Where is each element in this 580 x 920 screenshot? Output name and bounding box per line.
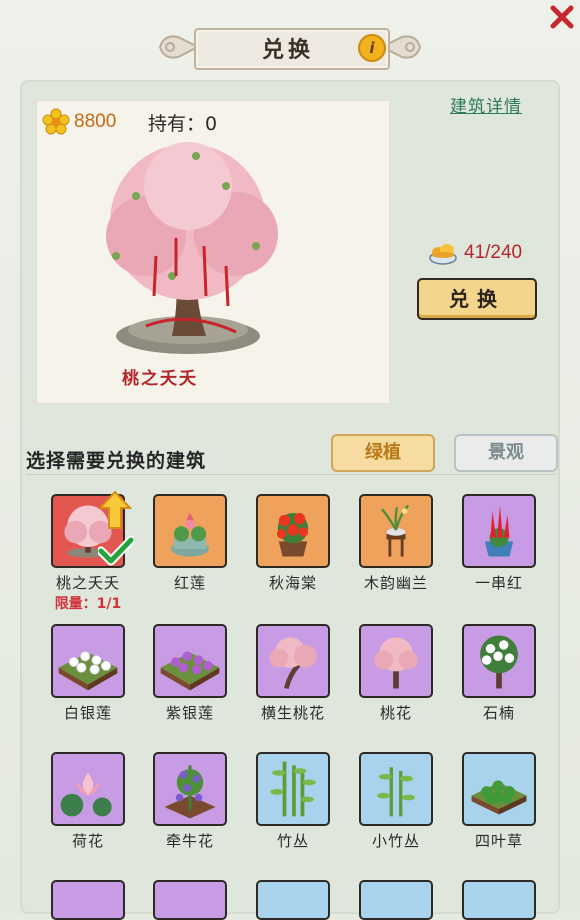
- item-tile[interactable]: [359, 494, 433, 568]
- grid-item-honglian[interactable]: 红莲: [150, 494, 230, 593]
- item-tile[interactable]: [359, 624, 433, 698]
- photinia-tree-icon: [480, 635, 518, 689]
- cost-value: 41/240: [464, 242, 523, 263]
- purple-anemone-bed-icon: [160, 651, 220, 691]
- item-label: 石楠: [482, 704, 515, 722]
- salvia-pot-icon: [484, 505, 514, 557]
- red-lotus-icon: [171, 513, 209, 557]
- grid-item-qiuhaitang[interactable]: 秋海棠: [253, 494, 333, 593]
- item-label: 小竹丛: [371, 832, 420, 850]
- lotus-flower-icon: [60, 772, 112, 817]
- grid-item-yichuanhong[interactable]: 一串红: [459, 494, 539, 593]
- exchange-cost: 41/240: [428, 238, 522, 268]
- page-title: 兑换: [261, 38, 314, 63]
- building-name: 桃之夭夭: [122, 369, 198, 389]
- small-bamboo-clump-icon: [377, 767, 415, 817]
- grid-item-zhucong[interactable]: 竹丛: [253, 752, 333, 851]
- grid-item-shinan[interactable]: 石楠: [459, 624, 539, 723]
- item-label: 红莲: [173, 574, 206, 592]
- item-label: 木韵幽兰: [363, 574, 428, 592]
- item-tile[interactable]: [462, 624, 536, 698]
- item-label: 紫银莲: [165, 704, 214, 722]
- item-tile[interactable]: [153, 494, 227, 568]
- grid-item-partial[interactable]: [256, 880, 330, 920]
- bamboo-clump-icon: [270, 761, 316, 817]
- item-tile[interactable]: [153, 752, 227, 826]
- grid-item-hehua[interactable]: 荷花: [48, 752, 128, 851]
- gold-ingot-bowl-icon: [429, 244, 457, 265]
- begonia-pot-icon: [276, 513, 309, 557]
- select-building-title: 选择需要兑换的建筑: [26, 450, 207, 472]
- leaning-peach-tree-icon: [269, 637, 317, 690]
- filter-tab-plants[interactable]: 绿植: [331, 434, 435, 472]
- item-label: 一串红: [474, 574, 523, 592]
- title-ornament-left: [158, 35, 200, 59]
- flower-coin-icon: [42, 108, 70, 135]
- item-tile[interactable]: [256, 494, 330, 568]
- grid-item-qianniuhua[interactable]: 牵牛花: [150, 752, 230, 851]
- building-detail-link[interactable]: 建筑详情: [450, 92, 522, 117]
- item-tile[interactable]: [462, 494, 536, 568]
- grid-item-partial[interactable]: [462, 880, 536, 920]
- filter-tab-landscape[interactable]: 景观: [454, 434, 558, 472]
- info-icon[interactable]: i: [358, 34, 386, 62]
- item-label: 桃之夭夭: [55, 574, 120, 592]
- item-tile[interactable]: [153, 624, 227, 698]
- item-tile[interactable]: [256, 624, 330, 698]
- grid-item-taohua[interactable]: 桃花: [356, 624, 436, 723]
- divider: [26, 474, 556, 475]
- item-label: 四叶草: [474, 832, 523, 850]
- grid-item-hengshengtaohua[interactable]: 横生桃花: [253, 624, 333, 723]
- item-tile[interactable]: [462, 752, 536, 826]
- clover-patch-icon: [471, 780, 527, 815]
- item-label: 秋海棠: [268, 574, 317, 592]
- morning-glory-icon: [164, 765, 216, 819]
- item-label: 桃花: [379, 704, 412, 722]
- item-label: 白银莲: [63, 704, 112, 722]
- item-label: 荷花: [71, 832, 104, 850]
- item-tile[interactable]: [51, 624, 125, 698]
- grid-item-partial[interactable]: [51, 880, 125, 920]
- item-label: 竹丛: [276, 832, 309, 850]
- grid-item-partial[interactable]: [153, 880, 227, 920]
- peach-tree-preview: [106, 142, 278, 354]
- title-bar: 兑换 i: [150, 24, 430, 70]
- exchange-button[interactable]: 兑换: [417, 278, 537, 320]
- item-tile[interactable]: [359, 752, 433, 826]
- grid-item-siyecao[interactable]: 四叶草: [459, 752, 539, 851]
- item-label: 牵牛花: [165, 832, 214, 850]
- upgrade-arrow-icon: [98, 490, 132, 529]
- owned-check-icon: [98, 536, 134, 566]
- item-limit: 限量：1/1: [54, 596, 122, 612]
- item-tile[interactable]: [256, 752, 330, 826]
- close-icon[interactable]: [547, 2, 577, 32]
- grid-item-xiaozhucong[interactable]: 小竹丛: [356, 752, 436, 851]
- grid-item-baiyinlian[interactable]: 白银莲: [48, 624, 128, 723]
- white-anemone-bed-icon: [58, 651, 118, 691]
- peach-blossom-tree-icon: [374, 637, 418, 689]
- item-label: 横生桃花: [260, 704, 325, 722]
- orchid-stand-icon: [380, 504, 410, 557]
- grid-item-ziyinlian[interactable]: 紫银莲: [150, 624, 230, 723]
- grid-item-muyunyoulan[interactable]: 木韵幽兰: [356, 494, 436, 593]
- grid-item-partial[interactable]: [359, 880, 433, 920]
- item-tile[interactable]: [51, 752, 125, 826]
